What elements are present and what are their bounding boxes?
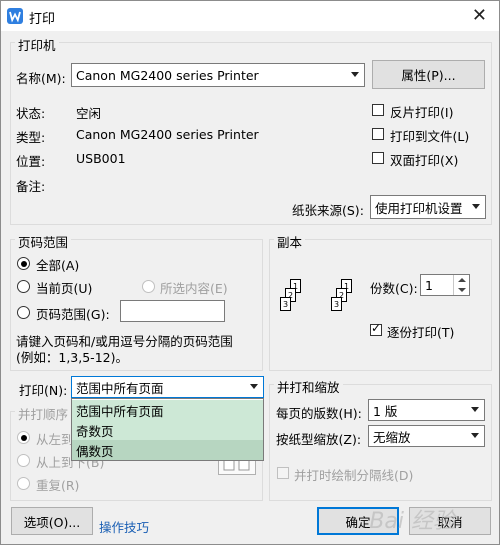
properties-button[interactable]: 属性(P)...: [372, 60, 485, 89]
printer-name-select[interactable]: Canon MG2400 series Printer: [71, 63, 365, 87]
repeat-radio[interactable]: [17, 477, 30, 490]
copies-spinner[interactable]: [453, 275, 469, 295]
selection-radio[interactable]: [142, 280, 155, 293]
zoom-legend: 并打和缩放: [274, 377, 343, 396]
all-pages-label: 全部(A): [36, 258, 80, 273]
reverse-print-label: 反片打印(I): [390, 105, 454, 120]
print-what-label: 打印(N):: [19, 383, 68, 398]
collate-page: 3: [331, 297, 342, 311]
page-numbers-radio[interactable]: [17, 306, 30, 319]
duplex-label: 双面打印(X): [390, 153, 459, 168]
copies-count-label: 份数(C):: [370, 281, 418, 296]
paper-source-value: 使用打印机设置: [375, 200, 463, 216]
dropdown-option-odd-pages[interactable]: 奇数页: [72, 420, 263, 440]
left-to-right-radio[interactable]: [17, 431, 30, 444]
printer-name-value: Canon MG2400 series Printer: [76, 67, 259, 83]
baidu-watermark: Bai 经验: [369, 509, 455, 534]
location-label: 位置:: [16, 154, 46, 169]
spin-up-icon[interactable]: [458, 278, 466, 282]
draw-borders-label: 并打时绘制分隔线(D): [294, 468, 414, 483]
paper-source-select[interactable]: 使用打印机设置: [370, 195, 486, 219]
print-what-dropdown: 范围中所有页面 奇数页 偶数页: [71, 398, 264, 461]
chevron-down-icon: [472, 204, 480, 209]
type-label: 类型:: [16, 130, 46, 145]
printer-legend: 打印机: [15, 35, 59, 54]
dropdown-option-even-pages[interactable]: 偶数页: [72, 440, 263, 460]
pages-per-sheet-label: 每页的版数(H):: [276, 406, 362, 421]
collate-page: 3: [280, 297, 291, 311]
draw-borders-checkbox[interactable]: [277, 467, 289, 479]
scale-value: 无缩放: [373, 429, 411, 445]
tips-link[interactable]: 操作技巧: [99, 517, 149, 536]
chevron-down-icon: [471, 407, 479, 412]
type-value: Canon MG2400 series Printer: [76, 127, 259, 142]
selection-label: 所选内容(E): [160, 281, 228, 296]
dropdown-option-all-pages[interactable]: 范围中所有页面: [72, 400, 263, 420]
order-legend: 并打顺序: [15, 404, 72, 423]
page-range-hint-2: (例如：1,3,5-12)。: [16, 350, 128, 365]
chevron-down-icon: [471, 433, 479, 438]
chevron-down-icon: [351, 72, 359, 77]
page-numbers-input[interactable]: [120, 300, 225, 322]
left-to-right-label: 从左到: [36, 432, 74, 447]
wps-app-icon: [7, 8, 23, 24]
reverse-print-checkbox[interactable]: [372, 104, 384, 116]
collate-illustration: 1 2 3 1 2 3: [276, 273, 366, 333]
window-title: 打印: [29, 12, 56, 27]
copies-count-input[interactable]: 1: [420, 274, 470, 296]
print-what-value: 范围中所有页面: [76, 380, 164, 396]
pages-per-sheet-select[interactable]: 1 版: [368, 399, 485, 421]
repeat-label: 重复(R): [36, 478, 80, 493]
status-label: 状态:: [16, 106, 46, 121]
print-what-select[interactable]: 范围中所有页面: [71, 376, 264, 398]
page-numbers-label: 页码范围(G):: [36, 307, 110, 322]
print-dialog: 打印 ✕ 打印机 名称(M): Canon MG2400 series Prin…: [0, 0, 500, 545]
current-page-label: 当前页(U): [36, 281, 93, 296]
spin-down-icon[interactable]: [458, 288, 466, 292]
close-icon[interactable]: ✕: [472, 5, 487, 26]
current-page-radio[interactable]: [17, 280, 30, 293]
title-bar: 打印 ✕: [1, 1, 499, 31]
comment-label: 备注:: [16, 179, 46, 194]
status-value: 空闲: [76, 106, 102, 121]
page-range-legend: 页码范围: [15, 232, 72, 251]
copies-legend: 副本: [274, 232, 306, 251]
paper-source-label: 纸张来源(S):: [292, 203, 364, 218]
printer-name-label: 名称(M):: [16, 71, 66, 86]
collate-label: 逐份打印(T): [387, 325, 455, 340]
duplex-checkbox[interactable]: [372, 152, 384, 164]
print-to-file-checkbox[interactable]: [372, 128, 384, 140]
pages-per-sheet-value: 1 版: [373, 403, 398, 419]
all-pages-radio[interactable]: [17, 257, 30, 270]
copies-count-value: 1: [425, 277, 433, 293]
options-button[interactable]: 选项(O)...: [11, 507, 93, 535]
chevron-down-icon: [250, 384, 258, 389]
print-to-file-label: 打印到文件(L): [390, 129, 470, 144]
scale-select[interactable]: 无缩放: [368, 425, 485, 447]
scale-label: 按纸型缩放(Z):: [276, 432, 362, 447]
top-to-bottom-radio[interactable]: [17, 454, 30, 467]
collate-checkbox[interactable]: [370, 321, 382, 336]
location-value: USB001: [76, 151, 126, 166]
